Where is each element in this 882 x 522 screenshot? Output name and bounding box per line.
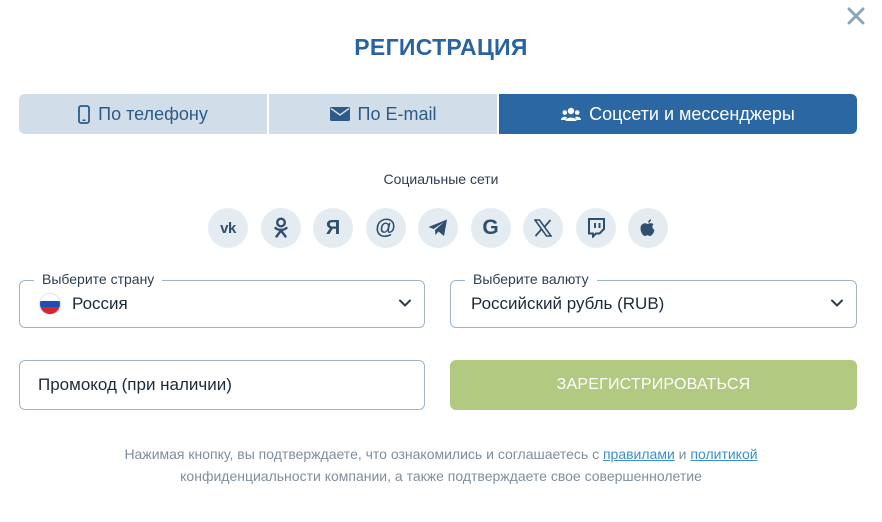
yandex-button[interactable]: Я xyxy=(313,208,353,248)
users-icon xyxy=(561,107,582,121)
tab-social-label: Соцсети и мессенджеры xyxy=(589,103,795,124)
x-button[interactable] xyxy=(523,208,563,248)
twitch-button[interactable] xyxy=(575,208,616,248)
tab-phone[interactable]: По телефону xyxy=(19,94,269,134)
telegram-icon xyxy=(428,219,447,236)
country-select[interactable]: Выберите страну Россия xyxy=(19,271,425,328)
country-legend: Выберите страну xyxy=(34,271,163,287)
vk-icon: vk xyxy=(220,219,236,237)
at-icon: @ xyxy=(375,216,396,239)
yandex-icon: Я xyxy=(325,216,341,239)
consent-text-part2: и xyxy=(674,446,691,462)
registration-tabs: По телефону По E-mail Соцсети и мессендж… xyxy=(19,94,857,134)
odnoklassniki-icon xyxy=(273,217,288,238)
google-icon: G xyxy=(482,216,499,239)
mail-ru-button[interactable]: @ xyxy=(365,208,406,248)
policy-link[interactable]: политикой xyxy=(690,446,757,462)
rules-link[interactable]: правилами xyxy=(603,446,675,462)
tab-email-label: По E-mail xyxy=(357,103,437,124)
google-button[interactable]: G xyxy=(470,208,511,248)
apple-icon xyxy=(640,218,655,236)
social-buttons: vk Я @ G xyxy=(208,208,668,248)
tab-social[interactable]: Соцсети и мессенджеры xyxy=(499,94,857,134)
russia-flag-icon xyxy=(39,293,61,315)
consent-text-part1: Нажимая кнопку, вы подтверждаете, что оз… xyxy=(124,446,603,462)
promo-code-input[interactable] xyxy=(19,360,425,410)
odnoklassniki-button[interactable] xyxy=(260,208,301,248)
chevron-down-icon xyxy=(399,299,411,307)
currency-legend: Выберите валюту xyxy=(465,271,597,287)
close-button[interactable] xyxy=(844,4,868,28)
x-icon xyxy=(534,219,552,237)
tab-phone-label: По телефону xyxy=(98,103,208,124)
country-value: Россия xyxy=(72,294,128,313)
social-networks-label: Социальные сети xyxy=(383,171,499,187)
chevron-down-icon xyxy=(831,299,843,307)
twitch-icon xyxy=(587,218,605,238)
consent-text-part3: конфиденциальности компании, а также под… xyxy=(180,468,702,484)
currency-value: Российский рубль (RUB) xyxy=(471,294,665,313)
register-button[interactable]: ЗАРЕГИСТРИРОВАТЬСЯ xyxy=(450,360,857,410)
phone-icon xyxy=(78,104,91,124)
page-title: РЕГИСТРАЦИЯ xyxy=(354,34,528,60)
apple-button[interactable] xyxy=(628,208,668,248)
currency-select[interactable]: Выберите валюту Российский рубль (RUB) xyxy=(450,271,857,328)
telegram-button[interactable] xyxy=(418,208,458,248)
mail-icon xyxy=(329,107,350,121)
tab-email[interactable]: По E-mail xyxy=(269,94,499,134)
close-icon xyxy=(847,7,865,25)
vk-button[interactable]: vk xyxy=(208,208,248,248)
consent-text: Нажимая кнопку, вы подтверждаете, что оз… xyxy=(60,443,822,487)
